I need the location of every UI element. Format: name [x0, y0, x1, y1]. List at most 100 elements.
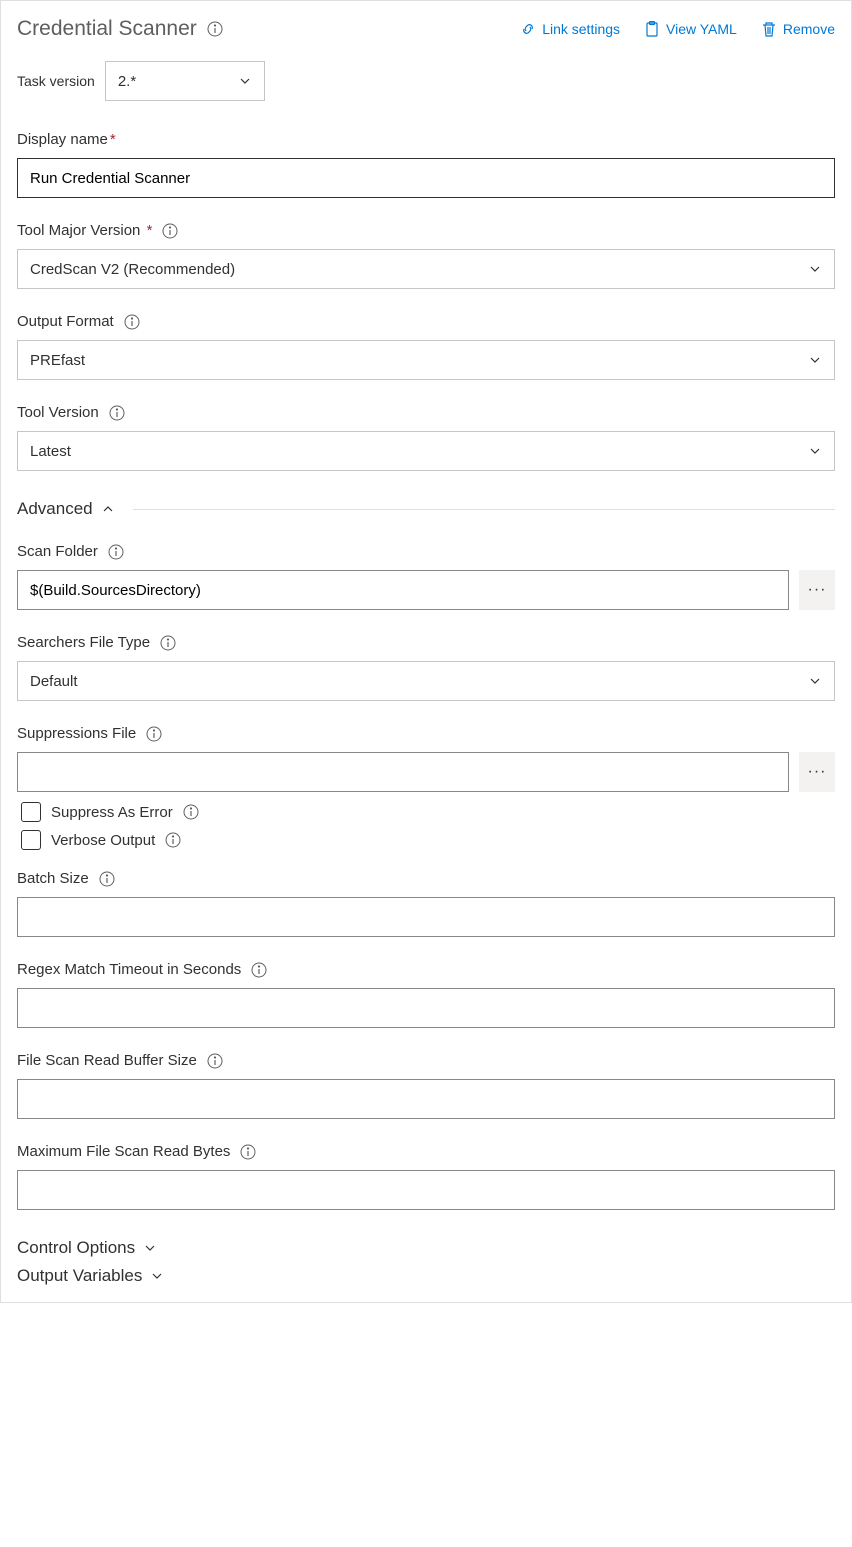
link-settings-label: Link settings: [542, 21, 620, 37]
info-icon[interactable]: [165, 832, 181, 848]
info-icon[interactable]: [207, 21, 223, 37]
info-icon[interactable]: [240, 1144, 256, 1160]
searchers-file-type-label: Searchers File Type: [17, 634, 150, 651]
info-icon[interactable]: [251, 962, 267, 978]
header-actions: Link settings View YAML Remove: [520, 21, 835, 37]
tool-major-version-label: Tool Major Version: [17, 222, 140, 239]
output-format-field: Output Format PREfast: [17, 313, 835, 380]
panel-title: Credential Scanner: [17, 17, 197, 41]
file-scan-buffer-field: File Scan Read Buffer Size: [17, 1052, 835, 1119]
clipboard-icon: [644, 21, 660, 37]
searchers-file-type-select[interactable]: Default: [17, 661, 835, 701]
scan-folder-browse-button[interactable]: ···: [799, 570, 835, 610]
searchers-file-type-value: Default: [30, 673, 78, 690]
required-marker: *: [110, 131, 116, 148]
searchers-file-type-label-row: Searchers File Type: [17, 634, 835, 651]
tool-major-version-label-row: Tool Major Version *: [17, 222, 835, 239]
task-config-panel: Credential Scanner Link settings View YA…: [0, 0, 852, 1303]
batch-size-label-row: Batch Size: [17, 870, 835, 887]
regex-timeout-label: Regex Match Timeout in Seconds: [17, 961, 241, 978]
info-icon[interactable]: [146, 726, 162, 742]
info-icon[interactable]: [183, 804, 199, 820]
scan-folder-input-wrap: ···: [17, 570, 835, 610]
tool-version-value: Latest: [30, 443, 71, 460]
regex-timeout-field: Regex Match Timeout in Seconds: [17, 961, 835, 1028]
output-variables-section-header[interactable]: Output Variables: [17, 1266, 835, 1286]
max-file-scan-bytes-field: Maximum File Scan Read Bytes: [17, 1143, 835, 1210]
suppressions-file-field: Suppressions File ···: [17, 725, 835, 792]
suppressions-file-label-row: Suppressions File: [17, 725, 835, 742]
batch-size-input[interactable]: [17, 897, 835, 937]
chevron-down-icon: [808, 353, 822, 367]
searchers-file-type-field: Searchers File Type Default: [17, 634, 835, 701]
file-scan-buffer-input[interactable]: [17, 1079, 835, 1119]
trash-icon: [761, 21, 777, 37]
chevron-down-icon: [238, 74, 252, 88]
suppressions-file-input-wrap: ···: [17, 752, 835, 792]
max-file-scan-bytes-label-row: Maximum File Scan Read Bytes: [17, 1143, 835, 1160]
display-name-input[interactable]: [17, 158, 835, 198]
output-format-select[interactable]: PREfast: [17, 340, 835, 380]
tool-major-version-value: CredScan V2 (Recommended): [30, 261, 235, 278]
remove-button[interactable]: Remove: [761, 21, 835, 37]
tool-version-label-row: Tool Version: [17, 404, 835, 421]
info-icon[interactable]: [124, 314, 140, 330]
display-name-field: Display name*: [17, 131, 835, 198]
regex-timeout-input[interactable]: [17, 988, 835, 1028]
view-yaml-button[interactable]: View YAML: [644, 21, 737, 37]
output-format-label-row: Output Format: [17, 313, 835, 330]
info-icon[interactable]: [108, 544, 124, 560]
output-variables-label: Output Variables: [17, 1266, 142, 1286]
display-name-label-row: Display name*: [17, 131, 835, 148]
suppress-as-error-row: Suppress As Error: [21, 802, 835, 822]
info-icon[interactable]: [207, 1053, 223, 1069]
suppressions-file-browse-button[interactable]: ···: [799, 752, 835, 792]
info-icon[interactable]: [109, 405, 125, 421]
control-options-section-header[interactable]: Control Options: [17, 1238, 835, 1258]
verbose-output-label: Verbose Output: [51, 832, 155, 849]
scan-folder-label-row: Scan Folder: [17, 543, 835, 560]
info-icon[interactable]: [99, 871, 115, 887]
task-version-value: 2.*: [118, 73, 136, 90]
max-file-scan-bytes-label: Maximum File Scan Read Bytes: [17, 1143, 230, 1160]
remove-label: Remove: [783, 21, 835, 37]
scan-folder-input[interactable]: [17, 570, 789, 610]
panel-header: Credential Scanner Link settings View YA…: [17, 17, 835, 41]
chevron-down-icon: [143, 1241, 157, 1255]
tool-major-version-select[interactable]: CredScan V2 (Recommended): [17, 249, 835, 289]
batch-size-label: Batch Size: [17, 870, 89, 887]
verbose-output-row: Verbose Output: [21, 830, 835, 850]
required-marker: *: [142, 222, 152, 239]
output-format-label: Output Format: [17, 313, 114, 330]
link-icon: [520, 21, 536, 37]
task-version-label: Task version: [17, 73, 95, 89]
chevron-down-icon: [150, 1269, 164, 1283]
advanced-section-header[interactable]: Advanced: [17, 499, 835, 519]
task-version-select[interactable]: 2.*: [105, 61, 265, 101]
tool-version-label: Tool Version: [17, 404, 99, 421]
file-scan-buffer-label-row: File Scan Read Buffer Size: [17, 1052, 835, 1069]
task-version-row: Task version 2.*: [17, 61, 835, 101]
view-yaml-label: View YAML: [666, 21, 737, 37]
tool-version-field: Tool Version Latest: [17, 404, 835, 471]
scan-folder-label: Scan Folder: [17, 543, 98, 560]
suppress-as-error-checkbox[interactable]: [21, 802, 41, 822]
info-icon[interactable]: [160, 635, 176, 651]
output-format-value: PREfast: [30, 352, 85, 369]
title-wrap: Credential Scanner: [17, 17, 223, 41]
scan-folder-field: Scan Folder ···: [17, 543, 835, 610]
tool-version-select[interactable]: Latest: [17, 431, 835, 471]
display-name-label: Display name: [17, 131, 108, 148]
link-settings-button[interactable]: Link settings: [520, 21, 620, 37]
max-file-scan-bytes-input[interactable]: [17, 1170, 835, 1210]
suppress-as-error-label: Suppress As Error: [51, 804, 173, 821]
chevron-up-icon: [101, 502, 115, 516]
ellipsis-icon: ···: [808, 581, 827, 599]
divider: [133, 509, 835, 510]
batch-size-field: Batch Size: [17, 870, 835, 937]
control-options-label: Control Options: [17, 1238, 135, 1258]
file-scan-buffer-label: File Scan Read Buffer Size: [17, 1052, 197, 1069]
suppressions-file-input[interactable]: [17, 752, 789, 792]
info-icon[interactable]: [162, 223, 178, 239]
verbose-output-checkbox[interactable]: [21, 830, 41, 850]
